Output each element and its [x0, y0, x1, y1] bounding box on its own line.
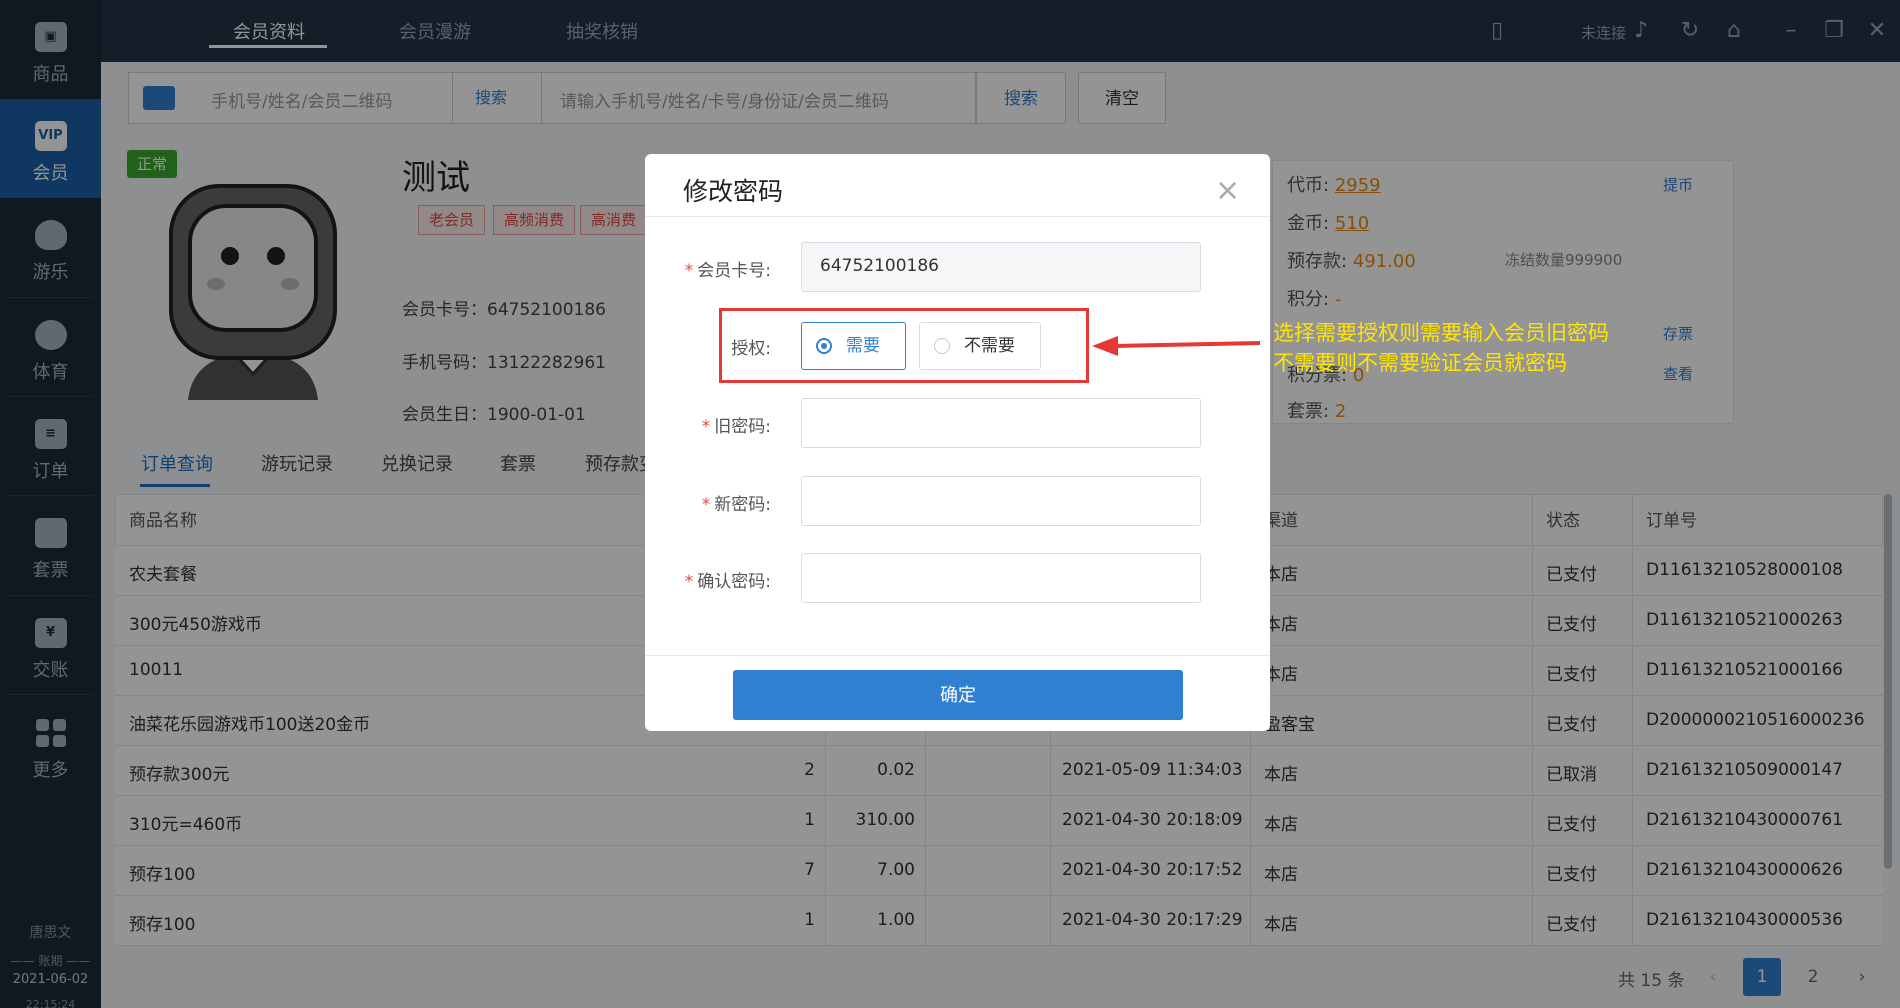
- annotation-arrow-icon: [1092, 336, 1261, 356]
- divider: [645, 655, 1270, 656]
- dialog-title: 修改密码: [683, 177, 784, 206]
- app-window: ▣ 商品 VIP 会员 游乐 体育 ≡ 订单 套票 ¥ 交账 更多 唐思文 ——…: [0, 0, 1900, 1008]
- old-password-label: * 旧密码:: [701, 417, 771, 437]
- old-password-field[interactable]: [801, 398, 1201, 448]
- confirm-password-label: * 确认密码:: [684, 572, 771, 592]
- confirm-password-field[interactable]: [801, 553, 1201, 603]
- change-password-dialog: 修改密码 × * 会员卡号: 64752100186 授权: 需要 不需要 * 旧密…: [645, 154, 1270, 731]
- highlight-box: [719, 308, 1089, 383]
- close-icon[interactable]: ×: [1215, 176, 1240, 206]
- card-label: * 会员卡号:: [684, 261, 771, 281]
- new-password-field[interactable]: [801, 476, 1201, 526]
- divider: [645, 216, 1270, 217]
- card-number-field: 64752100186: [801, 242, 1201, 292]
- confirm-button[interactable]: 确定: [733, 670, 1183, 720]
- new-password-label: * 新密码:: [701, 495, 771, 515]
- annotation-text: 选择需要授权则需要输入会员旧密码 不需要则不需要验证会员就密码: [1273, 321, 1609, 375]
